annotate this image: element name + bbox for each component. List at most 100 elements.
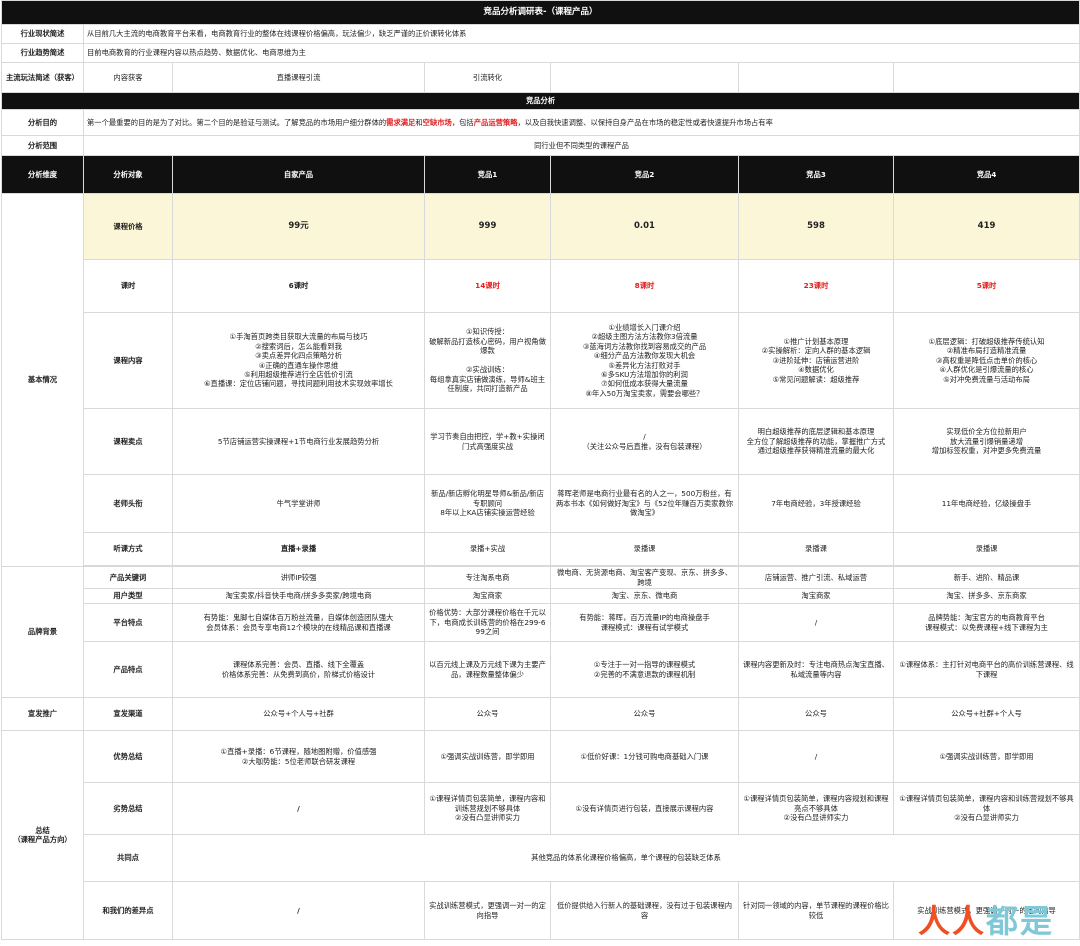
group-promo: 宣发推广 [1, 697, 84, 731]
purpose-highlight-2: 空缺市场 [422, 117, 452, 127]
difference-c3: 针对同一领域的内容，单节课程的课程价格比较低 [738, 881, 894, 940]
users-c2: 淘宝、京东、微电商 [550, 588, 739, 604]
watermark-part-2: 都是 [985, 902, 1054, 940]
price-c4: 419 [892, 193, 1080, 260]
keyword-label: 产品关键词 [83, 566, 173, 589]
purpose-text-4: ，以及自我快速调整、以保持自身产品在市场的稳定性或者快速提升市场占有率 [517, 117, 773, 127]
product-c4: ①课程体系：主打针对电商平台的高价训练营课程、线下课程 [892, 641, 1080, 698]
purpose-text-3: ，包括 [451, 117, 474, 127]
watermark-part-1: 人人 [917, 902, 986, 940]
header-own-product: 自家产品 [172, 155, 425, 194]
users-c4: 淘宝、拼多多、京东商家 [892, 588, 1080, 604]
users-own: 淘宝卖家/抖音快手电商/拼多多卖家/跨境电商 [172, 588, 425, 604]
users-c1: 淘宝商家 [424, 588, 551, 604]
mainstream-play-row: 主流玩法简述（获客） 内容获客 直播课程引流 引流转化 [1, 62, 1080, 93]
disadvantage-c2: ①没有详情页进行包装，直接展示课程内容 [550, 782, 739, 835]
difference-c2: 低价提供给入行新人的基础课程，没有过于包装课程内容 [550, 881, 739, 940]
price-row: 基本情况 课程价格 99元 999 0.01 598 419 [1, 193, 1080, 567]
hours-label: 课时 [83, 259, 173, 313]
keyword-c4: 新手、进阶、精品课 [892, 566, 1080, 589]
purpose-row: 分析目的 第一个最重要的目的是为了对比。第二个目的是验证与测试。了解竞品的市场用… [1, 109, 1080, 136]
header-competitor-3: 竞品3 [738, 155, 894, 194]
hours-own: 6课时 [172, 259, 425, 313]
disadvantage-own: / [172, 782, 425, 835]
channel-c1: 公众号 [424, 697, 551, 731]
mode-c4: 录播课 [892, 532, 1080, 566]
users-c3: 淘宝商家 [738, 588, 894, 604]
scope-label: 分析范围 [1, 135, 84, 156]
selling-c1: 学习节奏自由把控，学+教+实操闭门式高强度实战 [424, 408, 551, 475]
teacher-c3: 7年电商经验，3年授课经验 [738, 474, 894, 533]
platform-c3: / [738, 603, 894, 642]
platform-c1: 价格优势：大部分课程价格在千元以下，电商成长训练营的价格在299-699之间 [424, 603, 551, 642]
page: 竞品分析调研表-（课程产品） 行业现状简述 从目前几大主流的电商教育平台来看，电… [0, 0, 1080, 946]
product-own: 课程体系完善：会员、直播、线下全覆盖 价格体系完善：从免费到高价，阶梯式价格设计 [172, 641, 425, 698]
group-summary: 总结 （课程产品方向） [1, 730, 84, 940]
purpose-text: 第一个最重要的目的是为了对比。第二个目的是验证与测试。了解竞品的市场用户细分群体… [82, 109, 1080, 136]
disadvantage-c4: ①课程详情页包装简单，课程内容和训练营规划不够具体 ②没有凸显讲师实力 [892, 782, 1080, 835]
disadvantage-label: 劣势总结 [83, 782, 173, 835]
selling-c3: 明白超级推荐的底层逻辑和基本原理 全方位了解超级推荐的功能，掌握推广方式 通过超… [738, 408, 894, 475]
industry-trend-row: 行业趋势简述 目前电商教育的行业课程内容以热点趋势、数据优化、电商思维为主 [1, 43, 1080, 63]
mode-own: 直播+录播 [172, 532, 425, 566]
teacher-own: 牛气学堂讲师 [172, 474, 425, 533]
purpose-label: 分析目的 [1, 109, 84, 136]
teacher-c2: 蒋晖老师是电商行业最有名的人之一，500万粉丝，有两本书本《如何做好淘宝》与《5… [550, 474, 739, 533]
industry-trend-label: 行业趋势简述 [1, 43, 84, 63]
advantage-row: 总结 （课程产品方向） 优势总结 ①直播+录播：6节课程，随地图附赠，价值感强 … [1, 730, 1080, 940]
selling-row: 课程卖点 5节店铺运营实操课程+1节电商行业发展趋势分析 学习节奏自由把控，学+… [2, 408, 1080, 475]
watermark-logo: 人人都是 [918, 896, 1054, 942]
platform-c2: 有势能：蒋晖，百万流量IP的电商操盘手 课程模式：课程有试学模式 [550, 603, 739, 642]
price-c2: 0.01 [550, 193, 739, 260]
mainstream-play-c2: 直播课程引流 [172, 62, 425, 93]
hours-c1: 14课时 [424, 259, 551, 313]
channel-c3: 公众号 [738, 697, 894, 731]
header-competitor-2: 竞品2 [550, 155, 739, 194]
common-row: 共同点 其他竞品的体系化课程价格偏高，单个课程的包装缺乏体系 [2, 834, 1080, 882]
purpose-highlight-1: 需求满足 [386, 117, 416, 127]
header-competitor-4: 竞品4 [892, 155, 1080, 194]
group-basic: 基本情况 [1, 193, 84, 567]
keyword-own: 讲师IP较强 [172, 566, 425, 589]
advantage-c4: ①强调实战训练营，即学即用 [892, 730, 1080, 783]
advantage-c1: ①强调实战训练营，即学即用 [424, 730, 551, 783]
keyword-c1: 专注淘系电商 [424, 566, 551, 589]
mode-label: 听课方式 [83, 532, 173, 566]
mainstream-play-label: 主流玩法简述（获客） [1, 62, 84, 93]
scope-text: 同行业但不同类型的课程产品 [82, 135, 1080, 156]
industry-trend-text: 目前电商教育的行业课程内容以热点趋势、数据优化、电商思维为主 [82, 43, 1080, 63]
teacher-row: 老师头衔 牛气学堂讲师 新品/新店孵化明星导师&新品/新店专职顾问 8年以上KA… [2, 474, 1080, 533]
content-row: 课程内容 ①手淘首页跨类目获取大流量的布局与技巧 ②搜索词后，怎么能看到我 ③卖… [2, 312, 1080, 409]
header-row: 分析维度 分析对象 自家产品 竞品1 竞品2 竞品3 竞品4 [1, 155, 1080, 194]
hours-row: 课时 6课时 14课时 8课时 23课时 5课时 [2, 259, 1080, 313]
product-c3: 课程内容更新及时：专注电商热点淘宝直播、私域流量等内容 [738, 641, 894, 698]
channel-own: 公众号+个人号+社群 [172, 697, 425, 731]
advantage-label: 优势总结 [83, 730, 173, 783]
difference-c1: 实战训练营模式，更强调一对一的定向指导 [424, 881, 551, 940]
purpose-text-2: 和 [415, 117, 423, 127]
content-own: ①手淘首页跨类目获取大流量的布局与技巧 ②搜索词后，怎么能看到我 ③卖点差异化四… [172, 312, 425, 409]
channel-c2: 公众号 [550, 697, 739, 731]
industry-status-label: 行业现状简述 [1, 24, 84, 44]
common-label: 共同点 [83, 834, 173, 882]
mainstream-play-c6 [892, 62, 1080, 93]
common-text: 其他竞品的体系化课程价格偏高，单个课程的包装缺乏体系 [171, 834, 1080, 882]
hours-c2: 8课时 [550, 259, 739, 313]
section-title: 竞品分析 [0, 92, 1080, 110]
platform-own: 有势能：鬼脚七自媒体百万粉丝流量，自媒体创造团队强大 会员体系：会员专享电商12… [172, 603, 425, 642]
channel-row: 宣发推广 宣发渠道 公众号+个人号+社群 公众号 公众号 公众号 公众号+社群+… [1, 697, 1080, 731]
header-competitor-1: 竞品1 [424, 155, 551, 194]
competitor-analysis-table: 竞品分析调研表-（课程产品） 行业现状简述 从目前几大主流的电商教育平台来看，电… [0, 0, 1080, 940]
mainstream-play-c5 [738, 62, 894, 93]
channel-c4: 公众号+社群+个人号 [892, 697, 1080, 731]
header-object: 分析对象 [83, 155, 173, 194]
purpose-text-1: 第一个最重要的目的是为了对比。第二个目的是验证与测试。了解竞品的市场用户细分群体… [87, 117, 387, 127]
product-c2: ①专注于一对一指导的课程模式 ②完善的不满意退款的课程机制 [550, 641, 739, 698]
title-row: 竞品分析调研表-（课程产品） [0, 0, 1080, 25]
advantage-c2: ①低价好课：1分钱可购电商基础入门课 [550, 730, 739, 783]
product-row: 产品特点 课程体系完善：会员、直播、线下全覆盖 价格体系完善：从免费到高价，阶梯… [2, 641, 1080, 698]
channel-label: 宣发渠道 [83, 697, 173, 731]
selling-label: 课程卖点 [83, 408, 173, 475]
price-own: 99元 [172, 193, 425, 260]
selling-c4: 实现低价全方位拉新用户 放大流量引爆销量递增 增加标签权重，对冲更多免费流量 [892, 408, 1080, 475]
